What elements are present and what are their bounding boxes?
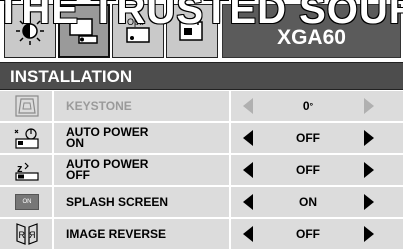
image-reverse-icon: R R — [2, 219, 54, 249]
keystone-increase-arrow[interactable] — [364, 98, 374, 114]
splash-screen-row[interactable]: ON SPLASH SCREEN ON — [0, 187, 403, 219]
projector-screen-icon — [69, 18, 98, 44]
image-reverse-decrease-arrow[interactable] — [243, 226, 253, 242]
auto-power-off-icon: z — [2, 155, 54, 185]
installation-tab[interactable] — [58, 4, 110, 58]
auto-power-on-decrease-arrow[interactable] — [243, 130, 253, 146]
auto-power-on-row[interactable]: AUTO POWER ON OFF — [0, 123, 403, 155]
image-reverse-row[interactable]: R R IMAGE REVERSE OFF — [0, 219, 403, 251]
svg-text:R: R — [19, 230, 26, 240]
image-tab[interactable] — [4, 4, 56, 58]
option-tab-label: Opt. — [127, 17, 144, 27]
image-reverse-value: OFF — [296, 227, 320, 241]
splash-screen-decrease-arrow[interactable] — [243, 194, 253, 210]
installation-menu: KEYSTONE 0 ° AUTO POWER ON OFF z AUTO PO… — [0, 91, 403, 251]
model-name: XGA60 — [222, 4, 401, 58]
auto-power-on-increase-arrow[interactable] — [364, 130, 374, 146]
window-icon — [179, 18, 203, 41]
keystone-value-number: 0 — [302, 99, 310, 113]
option-icon: Opt. — [126, 17, 150, 43]
svg-text:R: R — [29, 230, 36, 240]
splash-screen-icon-text: ON — [15, 194, 39, 210]
auto-power-off-decrease-arrow[interactable] — [243, 162, 253, 178]
keystone-value: 0 ° — [260, 91, 356, 121]
section-title: INSTALLATION — [0, 62, 403, 90]
auto-power-on-value: OFF — [296, 131, 320, 145]
option-tab[interactable]: Opt. — [112, 4, 164, 58]
auto-power-off-increase-arrow[interactable] — [364, 162, 374, 178]
top-bar: THE TRUSTED SOURCE Opt. — [0, 0, 403, 61]
keystone-icon — [2, 91, 54, 121]
keystone-label: KEYSTONE — [56, 91, 231, 121]
splash-screen-value: ON — [299, 195, 317, 209]
keystone-row: KEYSTONE 0 ° — [0, 91, 403, 123]
auto-power-off-value: OFF — [296, 163, 320, 177]
keystone-value-unit: ° — [309, 101, 314, 111]
image-reverse-label: IMAGE REVERSE — [56, 219, 231, 249]
splash-screen-label: SPLASH SCREEN — [56, 187, 231, 217]
auto-power-on-label: AUTO POWER ON — [56, 123, 231, 153]
sun-contrast-icon — [16, 17, 44, 45]
auto-power-on-icon — [2, 123, 54, 153]
window-tab[interactable] — [166, 4, 218, 58]
keystone-decrease-arrow[interactable] — [243, 98, 253, 114]
auto-power-off-row[interactable]: z AUTO POWER OFF OFF — [0, 155, 403, 187]
splash-screen-icon: ON — [2, 187, 54, 217]
splash-screen-increase-arrow[interactable] — [364, 194, 374, 210]
auto-power-off-label: AUTO POWER OFF — [56, 155, 231, 185]
image-reverse-increase-arrow[interactable] — [364, 226, 374, 242]
